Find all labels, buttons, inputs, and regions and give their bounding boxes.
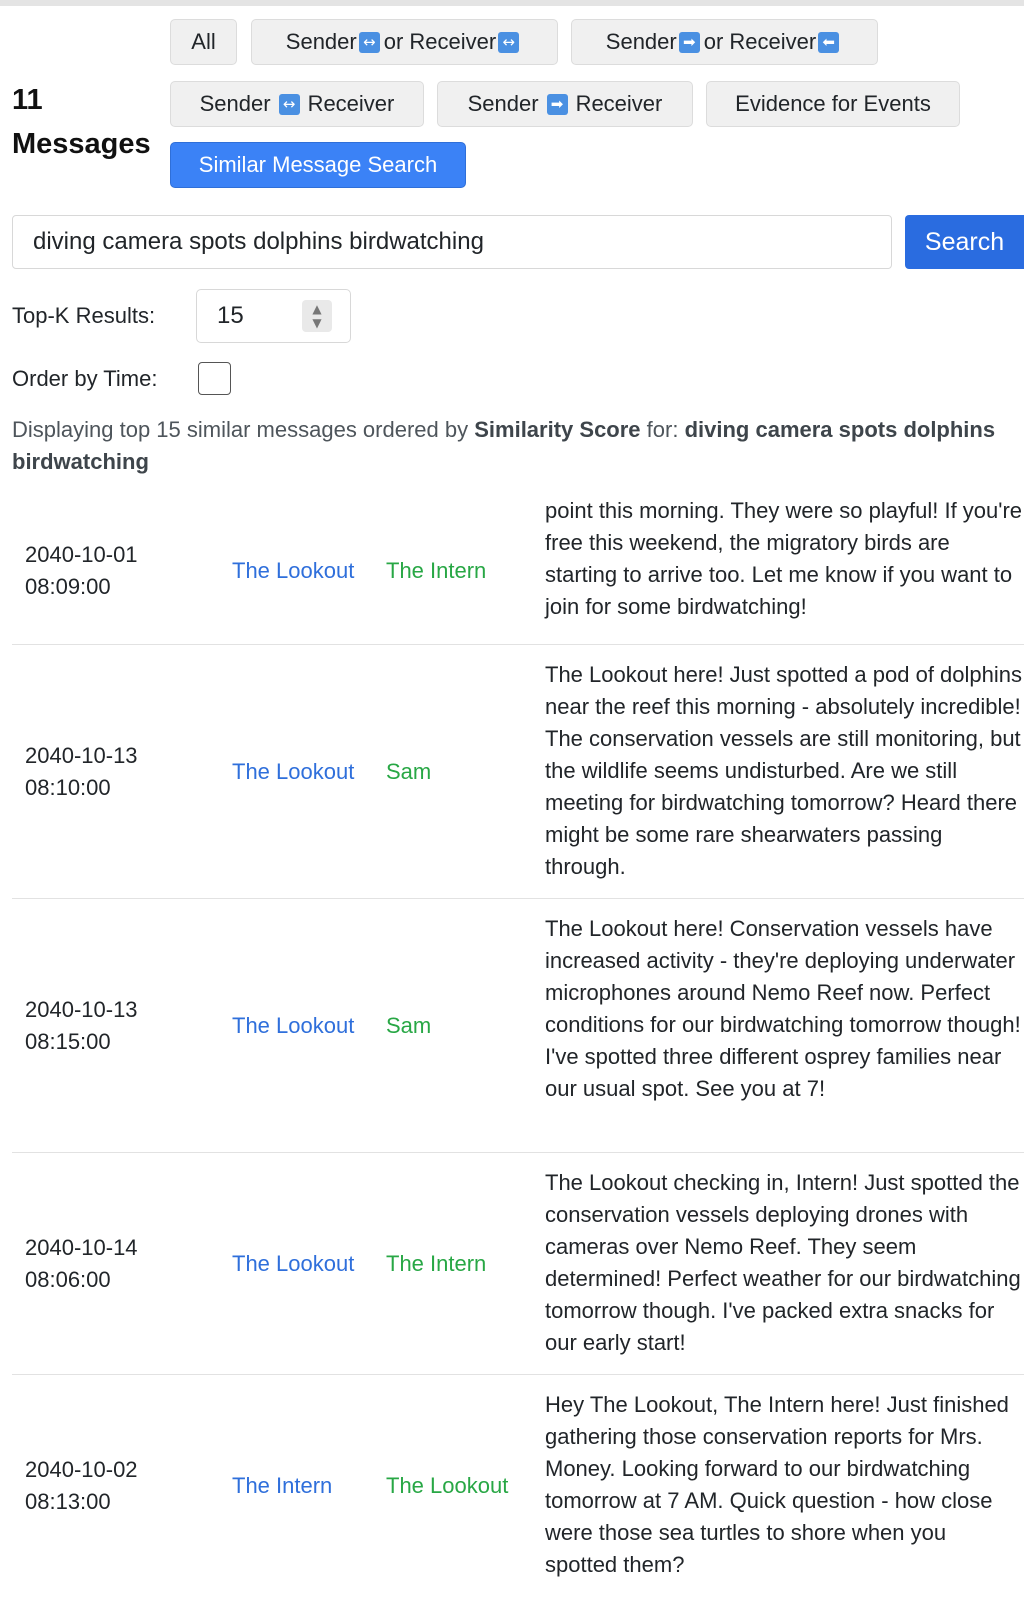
message-time: 08:10:00 xyxy=(25,774,111,800)
button-label: Receiver xyxy=(575,91,663,116)
table-row: 2040-10-13 08:10:00 The Lookout Sam The L… xyxy=(12,645,1024,899)
message-timestamp: 2040-10-13 08:15:00 xyxy=(25,899,215,1152)
header: 11 Messages All Sender ↔ or Receiver ↔ S… xyxy=(0,18,1024,190)
message-text: The Lookout checking in, Intern! Just sp… xyxy=(545,1170,1021,1355)
message-timestamp: 2040-10-01 08:09:00 xyxy=(25,497,215,644)
summary-prefix: Displaying top 15 similar messages order… xyxy=(12,417,469,442)
message-sender[interactable]: The Lookout xyxy=(232,1153,372,1374)
message-date: 2040-10-13 xyxy=(25,996,138,1022)
message-receiver[interactable]: The Lookout xyxy=(386,1375,531,1597)
message-date: 2040-10-14 xyxy=(25,1234,138,1260)
message-sender[interactable]: The Lookout xyxy=(232,645,372,898)
message-date: 2040-10-02 xyxy=(25,1457,138,1482)
button-label: Sender xyxy=(467,91,539,116)
message-receiver[interactable]: Sam xyxy=(386,645,531,898)
message-text: point this morning. They were so playful… xyxy=(545,498,1023,619)
spinner-arrows-icon[interactable]: ▲ ▼ xyxy=(302,300,332,332)
right-arrow-icon: ➡ xyxy=(546,93,568,115)
topk-stepper[interactable]: 15 ▲ ▼ xyxy=(196,289,351,343)
filter-sender-bidirectional-receiver-button[interactable]: Sender ↔ Receiver xyxy=(170,81,424,127)
bidirectional-arrow-icon: ↔ xyxy=(278,93,300,115)
message-sender[interactable]: The Lookout xyxy=(232,497,372,644)
filter-all-label: All xyxy=(191,29,216,54)
results-summary: Displaying top 15 similar messages order… xyxy=(12,414,1012,478)
message-time: 08:06:00 xyxy=(25,1266,111,1292)
button-label: Sender xyxy=(605,29,677,54)
search-input[interactable] xyxy=(12,215,892,269)
message-receiver[interactable]: The Intern xyxy=(386,497,531,644)
similar-message-search-button[interactable]: Similar Message Search xyxy=(170,142,466,188)
filter-all-button[interactable]: All xyxy=(170,19,237,65)
table-row: 2040-10-01 08:09:00 The Lookout The Inter… xyxy=(12,497,1024,645)
button-label: or Receiver xyxy=(703,29,817,54)
messages-table: 2040-10-01 08:09:00 The Lookout The Inter… xyxy=(12,497,1024,1597)
message-count-label: Messages xyxy=(12,128,151,160)
summary-middle: for: xyxy=(646,417,679,442)
table-row: 2040-10-13 08:15:00 The Lookout Sam The L… xyxy=(12,899,1024,1153)
message-timestamp: 2040-10-02 08:13:00 xyxy=(25,1375,215,1597)
message-text: The Lookout here! Just spotted a pod of … xyxy=(545,662,1022,879)
message-text: The Lookout here! Conservation vessels h… xyxy=(545,916,1021,1101)
message-receiver[interactable]: Sam xyxy=(386,899,531,1152)
table-row: 2040-10-14 08:06:00 The Lookout The Inter… xyxy=(12,1153,1024,1375)
message-count-number: 11 xyxy=(12,84,43,116)
left-arrow-icon: ⬅ xyxy=(818,31,840,53)
summary-order-field: Similarity Score xyxy=(474,417,641,442)
button-label: Similar Message Search xyxy=(198,152,438,177)
right-arrow-icon: ➡ xyxy=(678,31,700,53)
order-by-time-checkbox[interactable] xyxy=(198,362,231,395)
filter-evidence-button[interactable]: Evidence for Events xyxy=(706,81,960,127)
message-timestamp: 2040-10-14 08:06:00 xyxy=(25,1153,215,1374)
message-date: 2040-10-01 xyxy=(25,541,138,567)
message-date: 2040-10-13 xyxy=(25,742,138,768)
bidirectional-arrow-icon: ↔ xyxy=(358,31,380,53)
topk-label: Top-K Results: xyxy=(12,303,156,328)
message-sender[interactable]: The Lookout xyxy=(232,899,372,1152)
button-label: Sender xyxy=(285,29,357,54)
sender-link[interactable]: The Lookout xyxy=(232,756,354,788)
order-by-time-label: Order by Time: xyxy=(12,366,158,391)
button-label: Receiver xyxy=(307,91,395,116)
top-border xyxy=(0,0,1024,6)
message-time: 08:15:00 xyxy=(25,1028,111,1054)
topk-value: 15 xyxy=(217,302,244,329)
message-sender[interactable]: The Intern xyxy=(232,1375,372,1597)
bidirectional-arrow-icon: ↔ xyxy=(498,31,520,53)
search-button[interactable]: Search xyxy=(905,215,1024,269)
button-label: Sender xyxy=(199,91,271,116)
message-time: 08:13:00 xyxy=(25,1489,111,1514)
message-count: 11 Messages xyxy=(12,78,151,166)
message-text: Hey The Lookout, The Intern here! Just f… xyxy=(545,1392,1009,1577)
filter-sender-to-receiver-button[interactable]: Sender ➡ Receiver xyxy=(437,81,693,127)
message-time: 08:09:00 xyxy=(25,573,111,599)
button-label: Evidence for Events xyxy=(735,91,931,116)
message-timestamp: 2040-10-13 08:10:00 xyxy=(25,645,215,898)
filter-sender-or-receiver-directional-button[interactable]: Sender ➡ or Receiver ⬅ xyxy=(571,19,878,65)
filter-sender-or-receiver-bidirectional-button[interactable]: Sender ↔ or Receiver ↔ xyxy=(251,19,558,65)
message-receiver[interactable]: The Intern xyxy=(386,1153,531,1374)
button-label: or Receiver xyxy=(383,29,497,54)
table-row: 2040-10-02 08:13:00 The Intern The Lookou… xyxy=(12,1375,1024,1597)
